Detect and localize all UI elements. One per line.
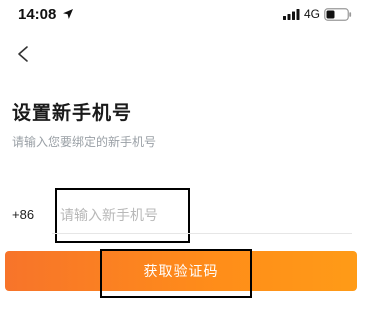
status-bar: 14:08 4G	[0, 0, 368, 32]
input-underline	[52, 233, 352, 234]
status-time: 14:08	[18, 6, 57, 23]
page-subtitle: 请输入您要绑定的新手机号	[12, 135, 157, 149]
get-code-label: 获取验证码	[143, 263, 219, 279]
battery-icon	[324, 8, 352, 21]
signal-bars-icon	[283, 9, 300, 20]
location-arrow-icon	[63, 9, 73, 19]
country-code[interactable]: +86	[12, 207, 34, 222]
back-button[interactable]	[12, 40, 36, 68]
page-title: 设置新手机号	[12, 102, 133, 124]
network-type: 4G	[304, 7, 321, 21]
get-verification-code-button[interactable]: 获取验证码	[5, 251, 357, 291]
set-new-phone-page: 14:08 4G 设置新手机号 请输入您要绑定的新手机号 +86 获取验证码	[0, 0, 368, 331]
chevron-left-icon	[18, 46, 28, 62]
phone-number-input[interactable]	[55, 188, 190, 243]
